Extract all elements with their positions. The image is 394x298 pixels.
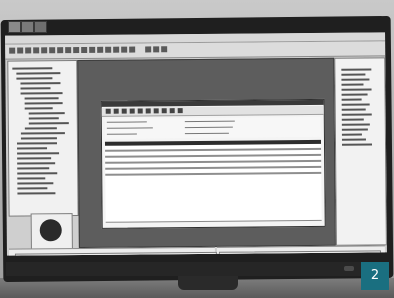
header-field — [184, 126, 233, 129]
dialog-toolbar-icon[interactable] — [113, 108, 119, 114]
panel-item[interactable] — [341, 113, 372, 116]
header-field — [106, 121, 147, 123]
figure-number-badge: 2 — [361, 262, 389, 290]
dialog-window[interactable] — [100, 98, 326, 229]
dialog-toolbar-icon[interactable] — [161, 108, 167, 114]
monitor-top-button — [8, 21, 21, 33]
toolbar-icon — [49, 47, 56, 54]
dialog-toolbar — [101, 105, 324, 117]
panel-item[interactable] — [341, 138, 366, 141]
tree-item[interactable] — [24, 127, 57, 130]
tree-item[interactable] — [28, 117, 59, 120]
toolbar-icon — [153, 46, 160, 53]
toolbar-icon — [25, 47, 32, 54]
panel-item[interactable] — [341, 88, 372, 91]
tree-item[interactable] — [28, 112, 65, 115]
tree-item[interactable] — [28, 122, 69, 125]
toolbar-icon — [65, 47, 72, 54]
panel-item[interactable] — [341, 68, 372, 71]
toolbar-icon — [113, 46, 120, 53]
toolbar-icon — [129, 46, 136, 53]
toolbar-icon — [33, 47, 40, 54]
header-field — [184, 132, 229, 135]
tree-item[interactable] — [16, 142, 57, 145]
tree-item[interactable] — [17, 192, 56, 195]
panel-item[interactable] — [341, 133, 362, 136]
monitor-chin — [6, 262, 386, 276]
panel-item[interactable] — [341, 128, 368, 131]
dialog-toolbar-icon[interactable] — [177, 108, 183, 114]
tree-item[interactable] — [20, 137, 57, 140]
header-field — [184, 120, 235, 123]
tree-item[interactable] — [20, 82, 61, 85]
toolbar-icon — [121, 46, 128, 53]
tree-item[interactable] — [24, 97, 59, 100]
dialog-toolbar-icon[interactable] — [153, 108, 159, 114]
tree-item[interactable] — [20, 132, 65, 135]
toolbar-icon — [41, 47, 48, 54]
dialog-toolbar-icon[interactable] — [145, 108, 151, 114]
header-field — [106, 133, 137, 135]
panel-item[interactable] — [341, 78, 370, 81]
tree-item[interactable] — [17, 177, 46, 180]
toolbar-icon — [57, 47, 64, 54]
panel-item[interactable] — [341, 93, 368, 96]
tree-item[interactable] — [17, 162, 56, 165]
preview-circle-shape — [39, 219, 62, 242]
properties-panel[interactable] — [334, 57, 387, 246]
tree-item[interactable] — [12, 67, 53, 70]
toolbar-icon — [161, 46, 168, 53]
monitor-stand — [178, 276, 238, 290]
dialog-toolbar-icon[interactable] — [169, 108, 175, 114]
panel-item[interactable] — [341, 108, 366, 111]
tree-item[interactable] — [17, 152, 60, 155]
dialog-toolbar-icon[interactable] — [121, 108, 127, 114]
monitor-top-button — [21, 21, 34, 33]
panel-item[interactable] — [342, 143, 373, 146]
tree-item[interactable] — [17, 172, 58, 175]
toolbar-icon — [105, 46, 112, 53]
panel-item[interactable] — [341, 73, 366, 76]
panel-item[interactable] — [341, 123, 370, 126]
panel-item[interactable] — [341, 103, 370, 106]
dialog-toolbar-icon[interactable] — [105, 108, 111, 114]
header-field — [106, 127, 153, 129]
toolbar-icon — [97, 46, 104, 53]
power-button — [344, 266, 354, 271]
toolbar-icon — [81, 46, 88, 53]
tree-item[interactable] — [17, 147, 48, 150]
panel-item[interactable] — [341, 98, 362, 101]
tree-panel[interactable] — [7, 60, 79, 217]
tree-item[interactable] — [24, 107, 53, 110]
tree-item[interactable] — [17, 187, 48, 190]
toolbar-icon — [17, 47, 24, 54]
tree-item[interactable] — [16, 72, 61, 75]
panel-item[interactable] — [341, 118, 364, 121]
tree-item[interactable] — [20, 92, 63, 95]
toolbar-icon — [89, 46, 96, 53]
dialog-header — [104, 116, 321, 139]
toolbar-icon — [73, 47, 80, 54]
monitor-top-button — [34, 21, 47, 33]
tree-item[interactable] — [20, 87, 51, 90]
tree-item[interactable] — [17, 157, 52, 160]
tree-item[interactable] — [24, 102, 63, 105]
dialog-toolbar-icon[interactable] — [129, 108, 135, 114]
tree-item[interactable] — [17, 182, 54, 185]
tree-item[interactable] — [16, 77, 53, 80]
panel-item[interactable] — [341, 83, 364, 86]
tree-item[interactable] — [17, 167, 50, 170]
toolbar-icon — [9, 47, 16, 54]
monitor-screen — [5, 32, 387, 256]
dialog-toolbar-icon[interactable] — [137, 108, 143, 114]
toolbar-icon — [145, 46, 152, 53]
